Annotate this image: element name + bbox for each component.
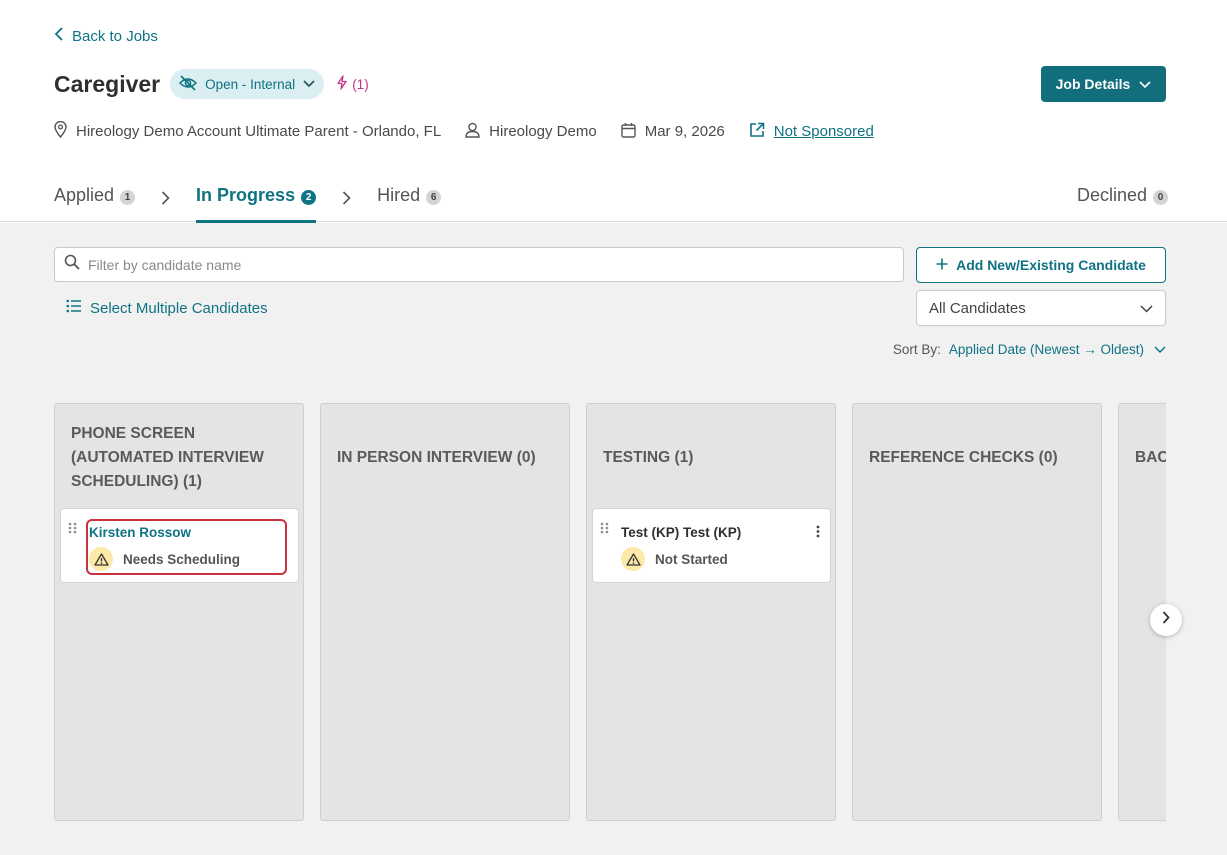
drag-handle-icon[interactable]: [68, 521, 78, 539]
automation-alerts[interactable]: (1): [336, 75, 369, 93]
candidate-status-text: Not Started: [655, 551, 728, 567]
job-date-text: Mar 9, 2026: [644, 123, 725, 140]
sort-label: Sort By:: [892, 342, 941, 357]
tab-hired-count: 6: [426, 190, 442, 205]
select-multiple-candidates-button[interactable]: Select Multiple Candidates: [66, 299, 268, 317]
job-status-dropdown[interactable]: Open - Internal: [170, 69, 325, 99]
tab-declined[interactable]: Declined 0: [1077, 185, 1169, 223]
chevron-right-icon: [1162, 611, 1170, 629]
stage-title: BACKGROUND CHECK (0): [1135, 449, 1166, 466]
back-to-jobs-link[interactable]: Back to Jobs: [54, 27, 158, 45]
external-link-icon: [749, 122, 765, 142]
job-header: Back to Jobs Caregiver Open - Internal (…: [0, 0, 1227, 223]
tab-hired-label: Hired: [377, 185, 421, 205]
job-owner-text: Hireology Demo: [489, 123, 597, 140]
candidate-status: Not Started: [621, 547, 728, 571]
stage-title: PHONE SCREEN (AUTOMATED INTERVIEW SCHEDU…: [71, 425, 264, 490]
user-icon: [465, 122, 480, 142]
pipeline-workspace: Add New/Existing Candidate Select Multip…: [0, 223, 1227, 855]
selection-highlight: [86, 519, 287, 575]
chevron-down-icon: [302, 77, 316, 92]
chevron-right-icon: [342, 191, 351, 210]
candidate-name-link[interactable]: Test (KP) Test (KP): [621, 525, 741, 540]
map-pin-icon: [54, 120, 67, 142]
tab-applied-count: 1: [120, 190, 136, 205]
tab-applied-label: Applied: [54, 185, 115, 205]
chevron-down-icon: [1140, 300, 1153, 317]
stage-title: TESTING (1): [603, 449, 694, 466]
kanban-board: PHONE SCREEN (AUTOMATED INTERVIEW SCHEDU…: [54, 403, 1166, 821]
chevron-down-icon: [1154, 342, 1166, 357]
sort-value: Applied Date (Newest → Oldest): [948, 342, 1144, 357]
select-multiple-label: Select Multiple Candidates: [90, 299, 268, 317]
candidate-card[interactable]: Test (KP) Test (KP) Not Started: [592, 508, 831, 583]
lightning-icon: [336, 75, 348, 93]
job-date: Mar 9, 2026: [621, 122, 725, 142]
tab-applied[interactable]: Applied 1: [54, 185, 136, 223]
candidate-type-select[interactable]: All Candidates: [916, 290, 1166, 326]
candidate-search-input[interactable]: [88, 256, 903, 273]
add-candidate-button[interactable]: Add New/Existing Candidate: [916, 247, 1166, 283]
candidate-filter: [54, 247, 904, 282]
job-location-text: Hireology Demo Account Ultimate Parent -…: [76, 123, 442, 140]
stage-title: REFERENCE CHECKS (0): [869, 449, 1058, 466]
stage-column: TESTING (1) Test (KP) Test (KP) Not Star…: [586, 403, 836, 821]
tab-declined-count: 0: [1153, 190, 1169, 205]
add-candidate-label: Add New/Existing Candidate: [956, 257, 1146, 273]
page-title: Caregiver: [54, 70, 161, 97]
scroll-right-button[interactable]: [1150, 604, 1182, 636]
job-details-button[interactable]: Job Details: [1041, 66, 1166, 102]
stage-column: IN PERSON INTERVIEW (0): [320, 403, 570, 821]
job-owner: Hireology Demo: [465, 122, 597, 142]
automation-alerts-count: (1): [352, 76, 369, 92]
stage-column: REFERENCE CHECKS (0): [852, 403, 1102, 821]
more-options-icon[interactable]: [816, 525, 820, 543]
stage-title: IN PERSON INTERVIEW (0): [337, 449, 536, 466]
tab-in-progress[interactable]: In Progress 2: [196, 185, 317, 223]
sponsorship-label[interactable]: Not Sponsored: [774, 123, 874, 140]
chevron-down-icon: [1139, 76, 1151, 92]
eye-off-icon: [178, 74, 198, 94]
tab-declined-label: Declined: [1077, 185, 1148, 205]
stage-column: PHONE SCREEN (AUTOMATED INTERVIEW SCHEDU…: [54, 403, 304, 821]
warning-icon: [621, 547, 645, 571]
list-icon: [66, 299, 82, 317]
job-status-label: Open - Internal: [205, 76, 296, 92]
job-details-label: Job Details: [1055, 76, 1131, 92]
pipeline-tabs: Applied 1 In Progress 2 Hired 6: [54, 185, 442, 223]
tab-in-progress-count: 2: [301, 190, 317, 205]
sponsorship-link[interactable]: Not Sponsored: [749, 122, 874, 142]
drag-handle-icon[interactable]: [600, 521, 610, 539]
candidate-type-value: All Candidates: [929, 299, 1026, 317]
sort-control: Sort By: Applied Date (Newest → Oldest): [893, 342, 1166, 357]
chevron-left-icon: [54, 27, 64, 45]
plus-icon: [936, 257, 948, 273]
search-icon: [64, 254, 80, 275]
sort-dropdown[interactable]: Applied Date (Newest → Oldest): [949, 342, 1166, 357]
chevron-right-icon: [161, 191, 170, 210]
job-location: Hireology Demo Account Ultimate Parent -…: [54, 120, 442, 142]
back-to-jobs-label: Back to Jobs: [72, 27, 158, 45]
tab-in-progress-label: In Progress: [196, 185, 296, 205]
calendar-icon: [621, 122, 636, 142]
candidate-card[interactable]: Kirsten Rossow Needs Scheduling: [60, 508, 299, 583]
tab-hired[interactable]: Hired 6: [377, 185, 442, 223]
